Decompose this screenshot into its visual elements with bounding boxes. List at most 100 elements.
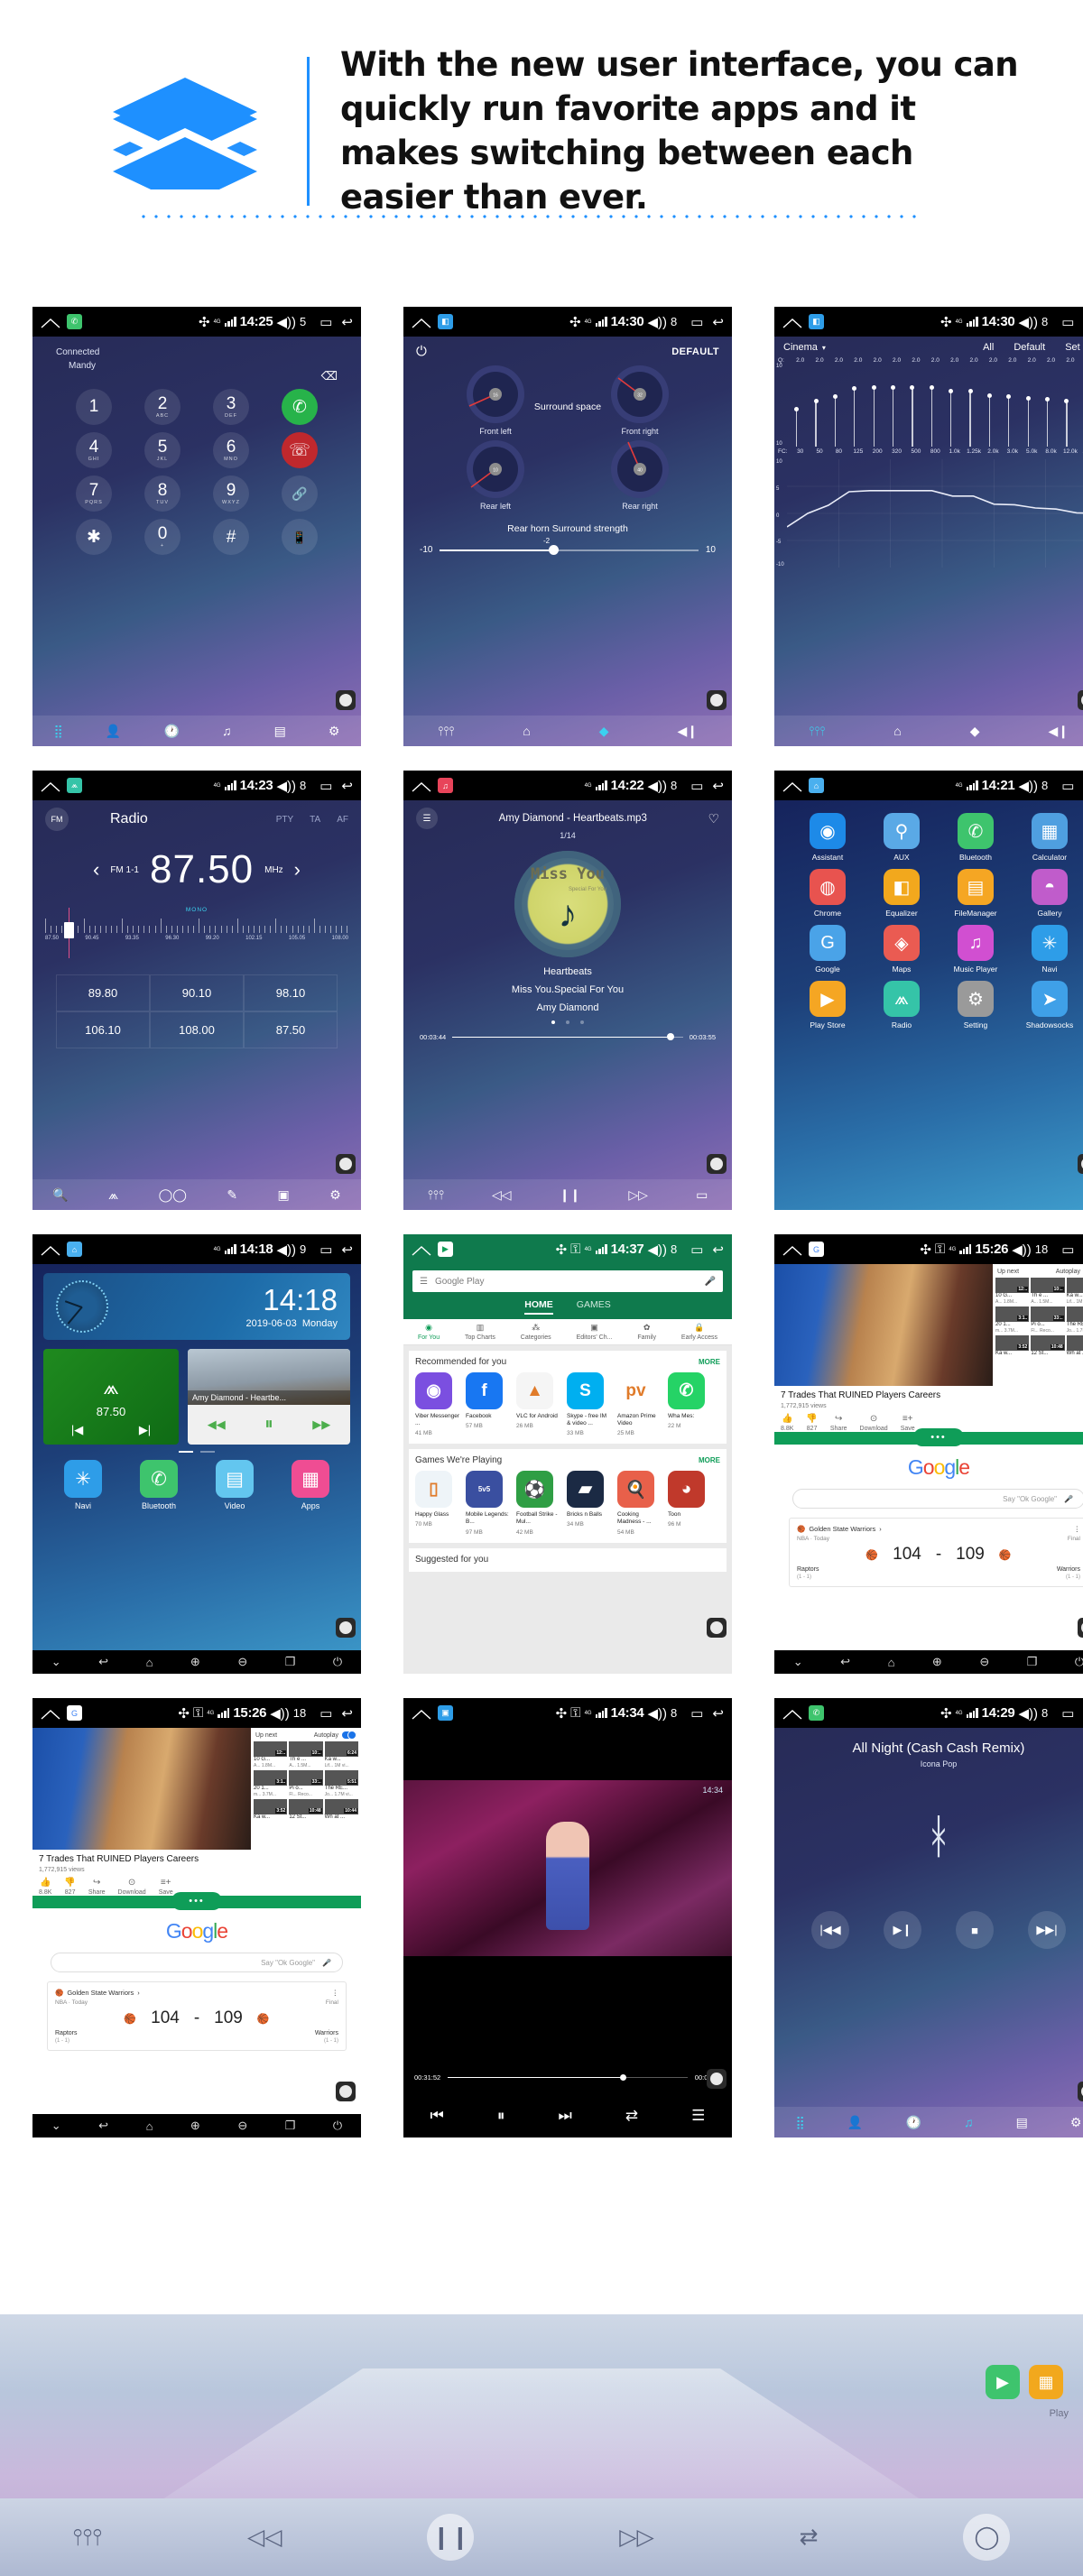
back-icon[interactable]: ↩: [712, 1705, 724, 1722]
minus-icon[interactable]: ⊖: [237, 1655, 247, 1669]
subtab-editors-choice[interactable]: ▣ Editors' Ch...: [577, 1323, 613, 1341]
power-icon[interactable]: ⏻: [1075, 1655, 1083, 1669]
dock-apps[interactable]: ▦ Apps: [292, 1460, 329, 1510]
setup-button[interactable]: Set up: [1065, 342, 1083, 353]
call-icon[interactable]: ✆: [282, 389, 318, 425]
volume-knob[interactable]: [1078, 1154, 1083, 1174]
music-widget[interactable]: Amy Diamond - Heartbe... ◀◀ ⏸ ▶▶: [188, 1349, 350, 1445]
search-bar[interactable]: ☰ Google Play 🎤: [412, 1270, 723, 1292]
menu-icon[interactable]: ☰: [420, 1277, 428, 1287]
back-icon[interactable]: ↩: [341, 1242, 353, 1258]
eq-band-1.0k[interactable]: [941, 364, 960, 447]
minus-icon[interactable]: ⊖: [237, 2119, 247, 2133]
mic-icon[interactable]: 🎤: [705, 1277, 716, 1287]
dial-front-right[interactable]: 32 Front right: [608, 363, 671, 436]
band-badge[interactable]: FM: [45, 808, 69, 831]
recents-icon[interactable]: ▭: [1061, 314, 1074, 330]
suggestion-item[interactable]: 10:.. Th e ... A... 1.5M...: [1031, 1278, 1065, 1305]
home-icon[interactable]: [782, 1708, 802, 1720]
music-widget-controls[interactable]: ◀◀ ⏸ ▶▶: [188, 1405, 350, 1445]
eq-sliders-icon[interactable]: ⫯⫯⫯: [428, 1187, 444, 1203]
suggestion-item[interactable]: 6:24 Ka w...Lif... 1M vi...: [324, 1741, 358, 1768]
download-icon[interactable]: ⊙ Download: [118, 1878, 146, 1896]
back-icon[interactable]: ↩: [341, 778, 353, 794]
heart-icon[interactable]: ♡: [708, 811, 719, 826]
home-icon[interactable]: [782, 317, 802, 328]
pause-icon[interactable]: ⏸: [264, 1415, 273, 1435]
volume-knob[interactable]: [1078, 690, 1083, 710]
nav-actions[interactable]: ▭ ↩: [1061, 778, 1083, 794]
app-calculator[interactable]: ▦ Calculator: [1021, 813, 1078, 862]
key-3[interactable]: 3 DEF: [213, 389, 249, 425]
recents-icon[interactable]: ▭: [319, 778, 332, 794]
suggestion-item[interactable]: 5:51The RE...Jo... 1.7M vi...: [1066, 1306, 1083, 1334]
home-icon[interactable]: ⌂: [888, 1656, 895, 1669]
preset-button[interactable]: 98.10: [244, 974, 338, 1011]
eq-band-handle[interactable]: [813, 399, 819, 404]
store-app[interactable]: ⚽ Football Strike - Mul... 42 MB: [516, 1471, 561, 1536]
eq-band-200[interactable]: [865, 364, 884, 447]
eq-band-125[interactable]: [845, 364, 864, 447]
radio-controls[interactable]: |◀ ▶|: [43, 1423, 179, 1437]
playlist-icon[interactable]: ☰: [416, 808, 438, 829]
pause-icon[interactable]: ❙❙: [427, 2514, 475, 2561]
music-icon[interactable]: ♫: [222, 724, 232, 738]
subtab-family[interactable]: ✿ Family: [637, 1323, 656, 1341]
eq-band-handle[interactable]: [1006, 393, 1012, 399]
split-handle[interactable]: •••: [774, 1428, 1083, 1446]
thumbs-up-icon[interactable]: 👍 8.8K: [781, 1414, 793, 1432]
previous-icon[interactable]: ◁◁: [247, 2524, 282, 2551]
contacts-icon[interactable]: 👤: [106, 724, 121, 739]
store-app[interactable]: ✆ Wha Mes: 22 M: [668, 1372, 713, 1436]
eq-band-5.0k[interactable]: [1019, 364, 1038, 447]
eq-band-handle[interactable]: [871, 385, 876, 391]
preset-button[interactable]: 108.00: [150, 1011, 244, 1048]
clock-widget[interactable]: 14:18 2019-06-03 Monday: [43, 1273, 350, 1340]
nav-actions[interactable]: ▭ ↩: [1061, 314, 1083, 330]
video-progress-row[interactable]: 00:31:52 00:02:36: [403, 2073, 732, 2082]
dock-navi[interactable]: ✳ Navi: [64, 1460, 102, 1510]
key-hash[interactable]: #: [213, 519, 249, 555]
save-icon[interactable]: ≡+ Save: [901, 1414, 915, 1432]
play-icon[interactable]: ▶: [986, 2365, 1020, 2399]
key-4[interactable]: 4 GHI: [76, 432, 112, 468]
home-icon[interactable]: [412, 1708, 431, 1720]
nav-actions[interactable]: ▭ ↩: [690, 1242, 724, 1258]
thumbs-down-icon[interactable]: 👎 827: [806, 1414, 817, 1432]
eq-band-handle[interactable]: [1025, 395, 1031, 401]
download-icon[interactable]: ⊙ Download: [860, 1414, 888, 1432]
progress-row[interactable]: 00:03:44 00:03:55: [403, 1024, 732, 1041]
dock-bluetooth[interactable]: ✆ Bluetooth: [140, 1460, 178, 1510]
video-thumbnail[interactable]: [774, 1264, 993, 1386]
store-app[interactable]: f Facebook 57 MB: [466, 1372, 511, 1436]
store-app[interactable]: ◉ Viber Messenger ... 41 MB: [415, 1372, 460, 1436]
more-link[interactable]: MORE: [699, 1358, 720, 1366]
suggestion-item[interactable]: 10:.. Th e ... A... 1.5M...: [289, 1741, 323, 1768]
volume-knob[interactable]: [1078, 2082, 1083, 2101]
suggestion-item[interactable]: 5:51The RE...Jo... 1.7M vi...: [324, 1770, 358, 1797]
volume-knob[interactable]: [1078, 1618, 1083, 1638]
progress-bar[interactable]: [452, 1033, 683, 1041]
more-icon[interactable]: ⋮: [332, 1989, 339, 1997]
search-icon[interactable]: 🔍: [52, 1187, 68, 1203]
back-icon[interactable]: ↩: [98, 2119, 108, 2133]
home-icon[interactable]: ⌂: [146, 1656, 153, 1669]
store-app[interactable]: 🍳 Cooking Madness - ... 54 MB: [617, 1471, 662, 1536]
key-1[interactable]: 1: [76, 389, 112, 425]
radio-widget[interactable]: ⩕ 87.50 |◀ ▶|: [43, 1349, 179, 1445]
subtab-for-you[interactable]: ◉ For You: [418, 1323, 440, 1341]
knob-icon[interactable]: ◯: [963, 2514, 1011, 2561]
slider-knob[interactable]: [548, 544, 559, 555]
subtab-categories[interactable]: ⁂ Categories: [521, 1323, 551, 1341]
save-icon[interactable]: ≡+ Save: [159, 1878, 173, 1896]
app-setting[interactable]: ⚙ Setting: [947, 981, 1004, 1029]
sports-card[interactable]: 🏀 Golden State Warriors › ⋮ NBA · Today …: [789, 1518, 1083, 1587]
eq-band-handle[interactable]: [1045, 396, 1051, 402]
dock-video[interactable]: ▤ Video: [216, 1460, 254, 1510]
volume-knob[interactable]: [707, 690, 727, 710]
repeat-icon[interactable]: ▭: [696, 1187, 708, 1203]
suggestion-item[interactable]: 10:48 12 St...: [1031, 1335, 1065, 1357]
share-icon[interactable]: ↪ Share: [88, 1878, 106, 1896]
nav-actions[interactable]: ▭ ↩: [319, 314, 353, 330]
home-icon[interactable]: [41, 780, 60, 792]
